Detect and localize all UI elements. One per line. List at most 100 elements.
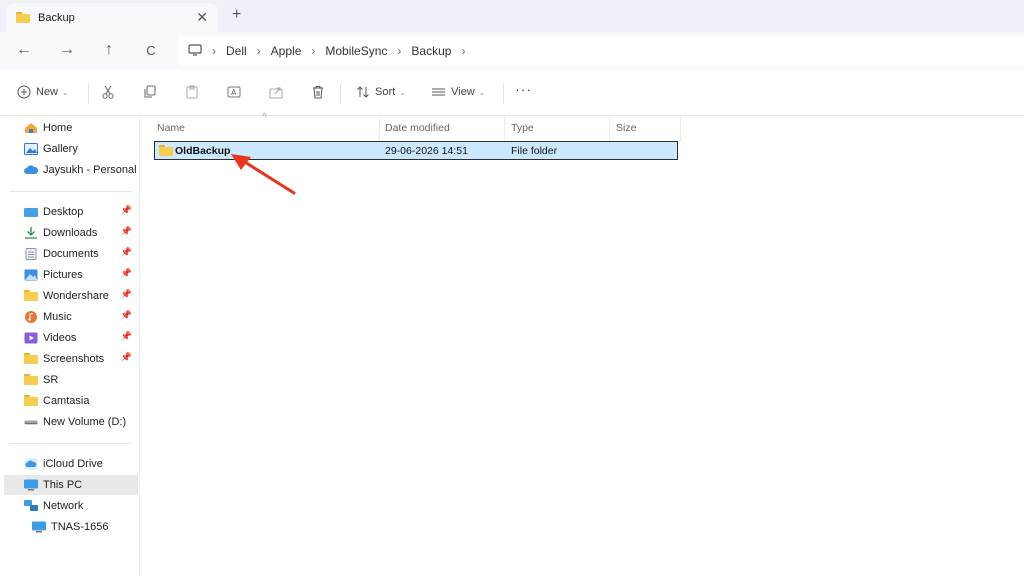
- sidebar-item-documents[interactable]: Documents 📌: [4, 244, 138, 264]
- delete-button[interactable]: [311, 85, 325, 99]
- sidebar-item-label: Screenshots: [43, 353, 105, 365]
- breadcrumb-dell[interactable]: Dell: [226, 44, 247, 58]
- breadcrumb-apple[interactable]: Apple: [271, 44, 302, 58]
- gallery-icon: [24, 143, 38, 155]
- sidebar-item-label: Camtasia: [43, 395, 90, 407]
- view-label: View: [451, 86, 475, 98]
- column-divider[interactable]: [680, 116, 681, 142]
- rename-button[interactable]: A: [227, 85, 242, 99]
- sidebar-item-label: New Volume (D:): [43, 416, 127, 428]
- forward-button[interactable]: →: [57, 41, 77, 59]
- download-icon: [24, 227, 38, 239]
- document-icon: [24, 248, 38, 260]
- tab-close-button[interactable]: ✕: [196, 9, 208, 26]
- sidebar-item-camtasia[interactable]: Camtasia: [4, 391, 138, 411]
- refresh-button[interactable]: C: [141, 43, 161, 58]
- sidebar-item-home[interactable]: Home: [4, 118, 138, 138]
- home-icon: [24, 122, 38, 134]
- copy-button[interactable]: [143, 85, 157, 99]
- tab-backup[interactable]: Backup ✕: [6, 3, 218, 32]
- svg-text:A: A: [231, 88, 237, 97]
- breadcrumb-separator: ›: [311, 44, 316, 58]
- sidebar-item-label: Home: [43, 122, 73, 134]
- sidebar-item-desktop[interactable]: Desktop 📌: [4, 202, 138, 222]
- sidebar-item-videos[interactable]: Videos 📌: [4, 328, 138, 348]
- breadcrumb-mobilesync[interactable]: MobileSync: [325, 44, 387, 58]
- copy-icon: [143, 85, 157, 99]
- sidebar-item-label: Music: [43, 311, 72, 323]
- new-tab-button[interactable]: +: [232, 6, 241, 24]
- sort-indicator-icon: ^: [262, 112, 267, 123]
- column-header-type[interactable]: Type: [511, 118, 534, 138]
- back-button[interactable]: ←: [14, 41, 34, 59]
- column-date-label: Date modified: [385, 122, 450, 134]
- cut-button[interactable]: [101, 85, 115, 99]
- cloud-icon: [24, 164, 39, 176]
- column-divider[interactable]: [504, 116, 505, 142]
- rename-icon: A: [227, 85, 242, 99]
- column-header-size[interactable]: Size: [616, 118, 636, 138]
- annotation-arrow: [231, 154, 296, 195]
- column-type-label: Type: [511, 122, 534, 134]
- pin-icon: 📌: [120, 310, 132, 320]
- sidebar-item-personal[interactable]: Jaysukh - Personal: [4, 160, 138, 180]
- up-button[interactable]: ↑: [99, 41, 119, 59]
- sidebar-item-label: This PC: [43, 479, 83, 491]
- folder-icon: [159, 145, 173, 156]
- sidebar-item-tnas[interactable]: TNAS-1656: [4, 517, 138, 537]
- sidebar-item-sr[interactable]: SR: [4, 370, 138, 390]
- column-name-label: Name: [157, 122, 186, 134]
- sidebar-item-gallery[interactable]: Gallery: [4, 139, 138, 159]
- sidebar-item-pictures[interactable]: Pictures 📌: [4, 265, 138, 285]
- more-options-button[interactable]: ···: [515, 81, 532, 97]
- breadcrumb-backup[interactable]: Backup: [411, 44, 451, 58]
- new-label: New: [36, 86, 59, 98]
- breadcrumb-separator: ›: [397, 44, 402, 58]
- share-button[interactable]: [269, 85, 283, 99]
- sidebar-item-this-pc[interactable]: This PC: [4, 475, 138, 495]
- sidebar-item-music[interactable]: Music 📌: [4, 307, 138, 327]
- file-type: File folder: [511, 145, 558, 157]
- sidebar-item-wondershare[interactable]: Wondershare 📌: [4, 286, 138, 306]
- pin-icon: 📌: [120, 205, 132, 215]
- view-list-icon: [431, 85, 446, 99]
- column-divider[interactable]: [379, 116, 380, 142]
- monitor-icon: [188, 43, 202, 59]
- column-divider[interactable]: [609, 116, 610, 142]
- column-header-date[interactable]: Date modified: [385, 118, 450, 138]
- view-button[interactable]: View ⌄: [431, 85, 485, 99]
- sidebar-item-label: Documents: [43, 248, 99, 260]
- folder-icon: [24, 290, 38, 302]
- sidebar-item-label: Downloads: [43, 227, 98, 239]
- chevron-down-icon: ⌄: [62, 87, 69, 97]
- videos-icon: [24, 332, 38, 344]
- plus-circle-icon: [17, 85, 31, 99]
- pc-icon: [24, 479, 38, 491]
- folder-icon: [24, 374, 38, 386]
- clipboard-icon: [185, 85, 199, 99]
- column-header-name[interactable]: Name: [157, 118, 185, 138]
- music-icon: [24, 311, 38, 323]
- sidebar-item-downloads[interactable]: Downloads 📌: [4, 223, 138, 243]
- chevron-down-icon: ⌄: [478, 87, 486, 97]
- sort-button[interactable]: Sort ⌄: [356, 85, 406, 99]
- divider: [10, 443, 132, 444]
- sidebar-item-network[interactable]: Network: [4, 496, 138, 516]
- sidebar-item-icloud[interactable]: iCloud Drive: [4, 454, 138, 474]
- divider: [88, 84, 89, 104]
- sidebar-item-label: SR: [43, 374, 59, 386]
- sidebar-item-label: Pictures: [43, 269, 83, 281]
- breadcrumb-separator[interactable]: ›: [461, 44, 465, 58]
- address-bar[interactable]: › Dell › Apple › MobileSync › Backup ›: [178, 36, 1024, 66]
- pin-icon: 📌: [120, 331, 132, 341]
- share-icon: [269, 85, 283, 99]
- paste-button[interactable]: [185, 85, 199, 99]
- sidebar-item-new-volume[interactable]: New Volume (D:): [4, 412, 138, 432]
- sidebar-item-label: Jaysukh - Personal: [43, 164, 137, 176]
- pin-icon: 📌: [120, 268, 132, 278]
- sort-icon: [356, 85, 370, 99]
- drive-icon: [24, 416, 38, 428]
- new-button[interactable]: New ⌄: [17, 85, 69, 99]
- sidebar-item-screenshots[interactable]: Screenshots 📌: [4, 349, 138, 369]
- scissors-icon: [101, 85, 115, 99]
